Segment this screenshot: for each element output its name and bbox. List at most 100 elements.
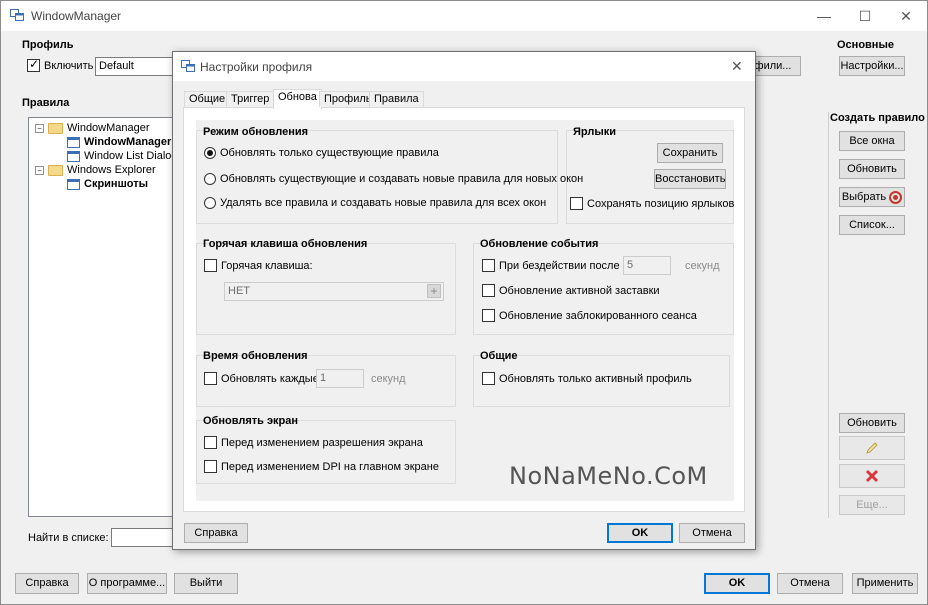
rules-section-title: Правила	[22, 97, 70, 109]
before-resolution-change-checkbox[interactable]: Перед изменением разрешения экрана	[204, 436, 423, 449]
maximize-button[interactable]: ☐	[842, 1, 888, 31]
tab-update[interactable]: Обнова	[273, 89, 322, 109]
collapse-icon[interactable]: −	[35, 165, 44, 175]
idle-seconds-input[interactable]: 5	[623, 256, 671, 275]
before-dpi-change-checkbox[interactable]: Перед изменением DPI на главном экране	[204, 460, 439, 473]
update-every-unit: секунд	[371, 373, 406, 385]
radio-label: Удалять все правила и создавать новые пр…	[220, 197, 547, 209]
radio-update-and-create-new[interactable]: Обновлять существующие и создавать новые…	[204, 173, 583, 185]
save-shortcuts-button[interactable]: Сохранить	[657, 143, 723, 163]
tab-panel: Режим обновления Обновлять только сущест…	[183, 107, 745, 512]
select-label: Выбрать	[841, 191, 887, 203]
checkbox-label: Перед изменением DPI на главном экране	[221, 460, 439, 473]
all-windows-button[interactable]: Все окна	[839, 131, 905, 151]
restore-shortcuts-button[interactable]: Восстановить	[654, 169, 726, 189]
dialog-close-button[interactable]: ✕	[731, 58, 743, 75]
idle-unit-label: секунд	[685, 260, 720, 272]
help-button[interactable]: Справка	[15, 573, 79, 594]
screen-update-group	[196, 420, 456, 484]
keep-shortcut-position-checkbox[interactable]: Сохранять позицию ярлыков	[570, 197, 734, 210]
delete-icon	[865, 469, 879, 483]
enable-label: Включить	[44, 59, 94, 72]
radio-indicator[interactable]	[204, 173, 216, 185]
checkbox-box[interactable]	[482, 259, 495, 272]
delete-rule-button[interactable]	[839, 464, 905, 488]
rules-tree[interactable]: − WindowManager WindowManager Window Lis…	[28, 117, 178, 517]
tab-rules[interactable]: Правила	[369, 91, 424, 107]
checkbox-box[interactable]	[204, 460, 217, 473]
search-input[interactable]	[111, 528, 175, 547]
checkbox-box[interactable]	[482, 372, 495, 385]
idle-update-checkbox[interactable]: При бездействии после	[482, 259, 620, 272]
tab-general[interactable]: Общие	[184, 91, 231, 107]
update-button[interactable]: Обновить	[839, 159, 905, 179]
plus-icon[interactable]: +	[427, 284, 441, 298]
settings-button[interactable]: Настройки...	[839, 56, 905, 76]
checkbox-box[interactable]	[204, 436, 217, 449]
watermark-text: NoNaMeNo.CoM	[509, 462, 708, 490]
exit-button[interactable]: Выйти	[174, 573, 238, 594]
dialog-ok-button[interactable]: OK	[607, 523, 673, 543]
screen-update-title: Обновлять экран	[203, 415, 299, 427]
tree-item-screenshots-rule[interactable]: Скриншоты	[67, 178, 148, 190]
tree-item-windowmanager-folder[interactable]: − WindowManager	[35, 122, 150, 134]
apply-button[interactable]: Применить	[852, 573, 918, 594]
checkbox-label: Обновлять только активный профиль	[499, 372, 692, 385]
checkbox-box[interactable]	[570, 197, 583, 210]
checkbox-label: Обновление заблокированного сеанса	[499, 309, 697, 322]
about-button[interactable]: О программе...	[87, 573, 167, 594]
hotkey-title: Горячая клавиша обновления	[203, 238, 368, 250]
create-rule-title: Создать правило	[830, 112, 925, 124]
locked-session-update-checkbox[interactable]: Обновление заблокированного сеанса	[482, 309, 697, 322]
radio-indicator[interactable]	[204, 147, 216, 159]
event-update-title: Обновление события	[480, 238, 599, 250]
checkbox-box[interactable]	[204, 372, 217, 385]
tree-item-window-list-dialog[interactable]: Window List Dialog	[67, 150, 178, 162]
tab-trigger[interactable]: Триггер	[226, 91, 275, 107]
app-icon	[10, 9, 24, 21]
hotkey-input[interactable]: НЕТ	[224, 282, 444, 301]
radio-label: Обновлять существующие и создавать новые…	[220, 173, 584, 185]
dialog-cancel-button[interactable]: Отмена	[679, 523, 745, 543]
ok-button[interactable]: OK	[704, 573, 770, 594]
profile-section-title: Профиль	[22, 39, 74, 51]
enable-checkbox-box[interactable]	[27, 57, 40, 72]
search-label: Найти в списке:	[28, 532, 109, 544]
refresh-button[interactable]: Обновить	[839, 413, 905, 433]
profile-select[interactable]: Default	[95, 57, 175, 76]
radio-update-existing-only[interactable]: Обновлять только существующие правила	[204, 147, 439, 159]
checkbox-box[interactable]	[482, 309, 495, 322]
radio-delete-and-create-all[interactable]: Удалять все правила и создавать новые пр…	[204, 197, 546, 209]
dialog-help-button[interactable]: Справка	[184, 523, 248, 543]
edit-rule-button[interactable]	[839, 436, 905, 460]
tree-item-label: Window List Dialog	[84, 150, 178, 162]
enable-profile-checkbox[interactable]: Включить	[27, 57, 94, 72]
close-button[interactable]: ✕	[883, 1, 928, 31]
shortcuts-title: Ярлыки	[573, 126, 617, 138]
folder-icon	[48, 122, 63, 134]
radio-indicator[interactable]	[204, 197, 216, 209]
window-icon	[67, 150, 80, 162]
update-mode-title: Режим обновления	[203, 126, 309, 138]
update-time-title: Время обновления	[203, 350, 308, 362]
update-every-input[interactable]: 1	[316, 369, 364, 388]
tree-item-windows-explorer-folder[interactable]: − Windows Explorer	[35, 164, 156, 176]
cancel-button[interactable]: Отмена	[777, 573, 843, 594]
hotkey-checkbox[interactable]: Горячая клавиша:	[204, 259, 313, 272]
tab-profile[interactable]: Профиль	[319, 91, 377, 107]
collapse-icon[interactable]: −	[35, 123, 44, 133]
minimize-button[interactable]: —	[801, 1, 847, 31]
dialog-title: Настройки профиля	[200, 60, 313, 74]
checkbox-box[interactable]	[482, 284, 495, 297]
tree-item-windowmanager-rule[interactable]: WindowManager	[67, 136, 171, 148]
more-button[interactable]: Еще...	[839, 495, 905, 515]
dialog-app-icon	[181, 60, 195, 72]
active-profile-only-checkbox[interactable]: Обновлять только активный профиль	[482, 372, 692, 385]
checkbox-label: Перед изменением разрешения экрана	[221, 436, 423, 449]
window-title: WindowManager	[31, 9, 122, 23]
list-button[interactable]: Список...	[839, 215, 905, 235]
screensaver-update-checkbox[interactable]: Обновление активной заставки	[482, 284, 660, 297]
update-every-checkbox[interactable]: Обновлять каждые	[204, 372, 319, 385]
select-window-button[interactable]: Выбрать	[839, 187, 905, 207]
checkbox-box[interactable]	[204, 259, 217, 272]
